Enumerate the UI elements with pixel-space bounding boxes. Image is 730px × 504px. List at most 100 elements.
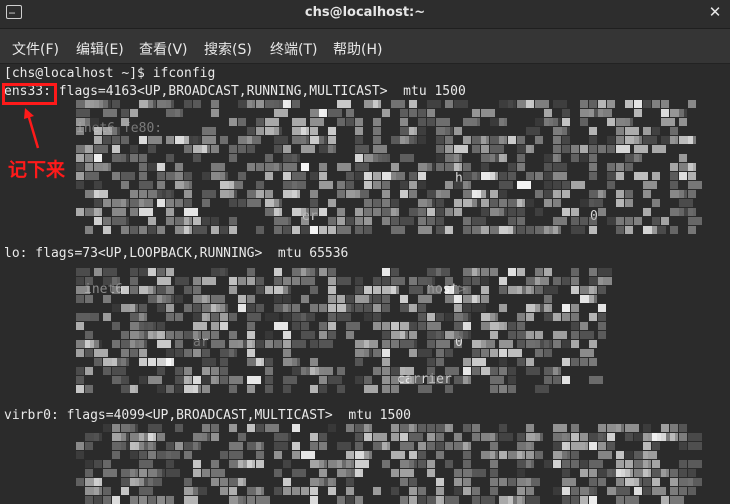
mosaic-block	[274, 199, 282, 207]
mosaic-block	[166, 442, 174, 450]
mosaic-block	[400, 217, 414, 225]
mosaic-block	[130, 385, 138, 393]
menu-help[interactable]: 帮助(H)	[333, 39, 382, 59]
menu-terminal[interactable]: 终端(T)	[270, 39, 317, 59]
mosaic-block	[589, 199, 603, 207]
mosaic-block	[373, 295, 381, 303]
mosaic-block	[355, 376, 363, 384]
mosaic-block	[382, 460, 390, 468]
mosaic-block	[436, 376, 450, 384]
mosaic-block	[625, 424, 639, 432]
mosaic-block	[481, 199, 489, 207]
mosaic-block	[499, 136, 507, 144]
mosaic-block	[472, 424, 480, 432]
mosaic-block	[76, 478, 84, 486]
mosaic-block	[472, 349, 480, 357]
mosaic-block	[337, 295, 345, 303]
mosaic-block	[139, 358, 147, 366]
mosaic-block	[274, 322, 288, 330]
mosaic-block	[598, 331, 606, 339]
mosaic-block	[139, 181, 153, 189]
mosaic-block	[166, 331, 174, 339]
mosaic-block	[598, 433, 606, 441]
mosaic-block	[535, 268, 543, 276]
mosaic-block	[202, 349, 210, 357]
mosaic-block	[211, 478, 219, 486]
mosaic-block	[535, 331, 543, 339]
mosaic-block	[364, 226, 372, 234]
mosaic-block	[454, 340, 462, 348]
mosaic-block	[427, 277, 435, 285]
mosaic-block	[535, 190, 543, 198]
mosaic-block	[490, 190, 498, 198]
mosaic-block	[220, 451, 228, 459]
mosaic-block	[517, 268, 525, 276]
mosaic-block	[355, 136, 363, 144]
mosaic-block	[130, 304, 138, 312]
mosaic-block	[499, 322, 507, 330]
mosaic-block	[454, 199, 462, 207]
mosaic-block	[589, 145, 597, 153]
mosaic-block	[526, 127, 540, 135]
mosaic-block	[229, 118, 237, 126]
mosaic-block	[409, 349, 417, 357]
mosaic-block	[346, 118, 354, 126]
mosaic-block	[616, 460, 624, 468]
mosaic-block	[355, 277, 363, 285]
mosaic-block	[643, 190, 651, 198]
mosaic-block	[112, 340, 120, 348]
mosaic-block	[463, 322, 471, 330]
mosaic-block	[220, 322, 228, 330]
mosaic-block	[373, 487, 381, 495]
mosaic-block	[436, 358, 444, 366]
menu-edit[interactable]: 编辑(E)	[76, 39, 124, 59]
scrollbar[interactable]	[724, 64, 730, 503]
mosaic-block	[688, 217, 702, 225]
mosaic-block	[598, 286, 606, 294]
mosaic-block	[283, 226, 291, 234]
mosaic-block	[589, 100, 597, 108]
mosaic-block	[247, 163, 255, 171]
menu-view[interactable]: 查看(V)	[139, 39, 188, 59]
mosaic-block	[454, 163, 462, 171]
mosaic-block	[490, 145, 504, 153]
mosaic-block	[643, 451, 657, 459]
mosaic-block	[382, 217, 390, 225]
mosaic-block	[283, 340, 291, 348]
mosaic-block	[544, 295, 552, 303]
mosaic-block	[166, 286, 174, 294]
mosaic-block	[355, 145, 369, 153]
mosaic-block	[85, 313, 99, 321]
mosaic-block	[103, 217, 111, 225]
mosaic-block	[157, 277, 171, 285]
mosaic-block	[157, 322, 165, 330]
menu-file[interactable]: 文件(F)	[12, 39, 59, 59]
mosaic-block	[256, 286, 264, 294]
mosaic-block	[301, 313, 315, 321]
mosaic-block	[499, 478, 507, 486]
close-icon[interactable]: ✕	[706, 3, 724, 21]
menu-search[interactable]: 搜索(S)	[204, 39, 252, 59]
mosaic-block	[184, 217, 192, 225]
mosaic-block	[283, 331, 291, 339]
mosaic-block	[175, 442, 183, 450]
mosaic-block	[679, 154, 687, 162]
mosaic-block	[139, 487, 153, 495]
mosaic-block	[355, 208, 363, 216]
mosaic-block	[256, 424, 264, 432]
mosaic-block	[382, 331, 390, 339]
mosaic-block	[580, 154, 588, 162]
mosaic-block	[292, 340, 306, 348]
mosaic-block	[274, 136, 288, 144]
mosaic-block	[94, 145, 108, 153]
mosaic-block	[544, 349, 552, 357]
mosaic-block	[301, 208, 309, 216]
mosaic-block	[670, 136, 678, 144]
mosaic-block	[634, 109, 642, 117]
mosaic-block	[580, 349, 594, 357]
mosaic-block	[166, 217, 174, 225]
mosaic-block	[535, 286, 543, 294]
mosaic-block	[382, 154, 390, 162]
mosaic-block	[418, 109, 426, 117]
mosaic-block	[562, 190, 570, 198]
